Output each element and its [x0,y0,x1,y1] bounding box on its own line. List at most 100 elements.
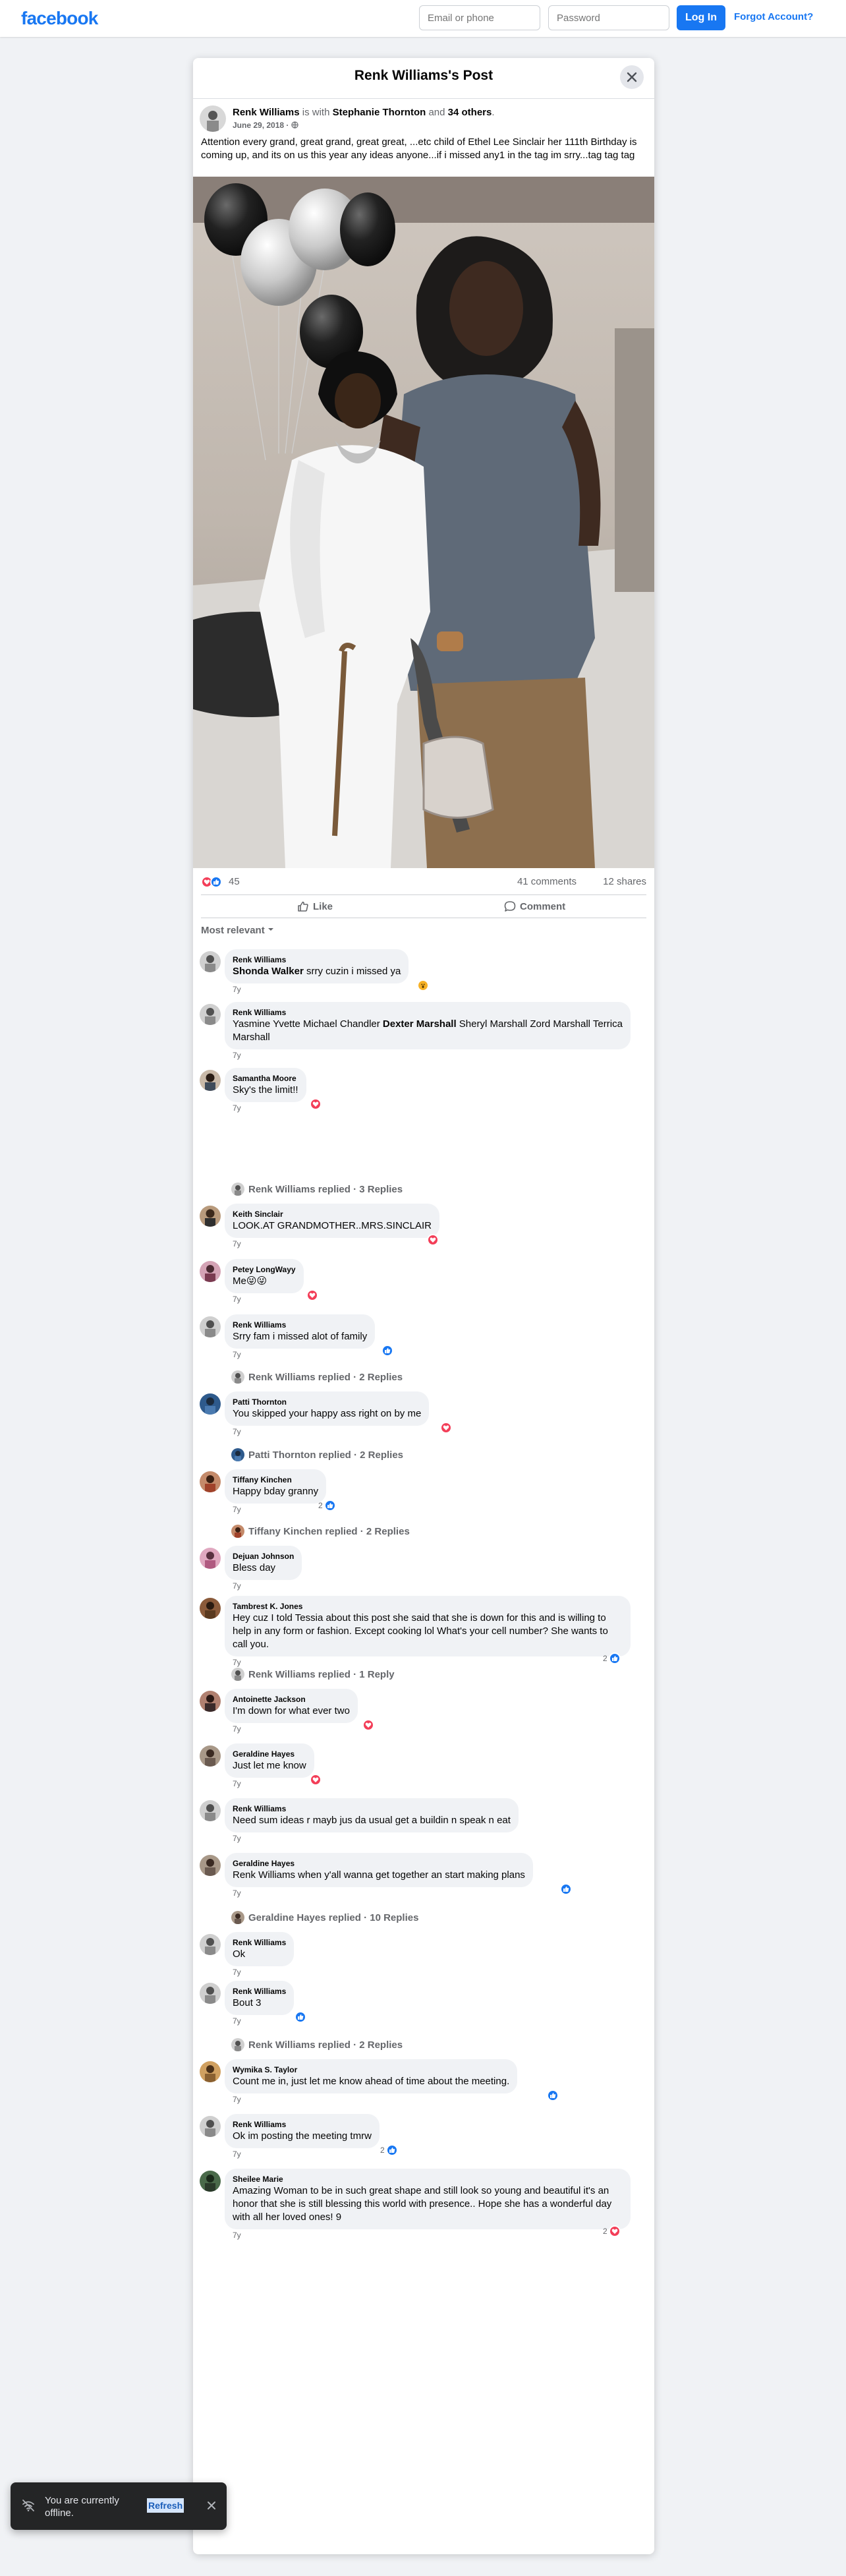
comment-reaction[interactable] [362,1719,374,1731]
view-replies-link[interactable]: Geraldine Hayes replied · 10 Replies [231,1910,418,1925]
comment-reaction[interactable]: 2 [318,1500,336,1511]
comment-reaction[interactable]: 2 [380,2144,398,2156]
commenter-avatar[interactable] [200,951,221,972]
close-toast-icon[interactable] [206,2500,217,2511]
commenter-avatar[interactable] [200,1471,221,1492]
view-replies-link[interactable]: Renk Williams replied · 1 Reply [231,1667,395,1682]
comment-time[interactable]: 7y [233,1968,241,1977]
commenter-name[interactable]: Dejuan Johnson [233,1551,294,1562]
commenter-name[interactable]: Renk Williams [233,1007,623,1018]
comment-reaction[interactable] [295,2011,306,2023]
comment-reaction[interactable] [440,1422,452,1434]
comment-reaction[interactable] [427,1234,439,1246]
comment-time[interactable]: 7y [233,1779,241,1788]
commenter-avatar[interactable] [200,1745,221,1767]
comment-reaction[interactable]: 2 [603,2225,621,2237]
forgot-account-link[interactable]: Forgot Account? [734,11,813,22]
commenter-avatar[interactable] [200,1855,221,1876]
commenter-name[interactable]: Renk Williams [233,1320,367,1330]
comment-time[interactable]: 7y [233,1103,241,1113]
refresh-link[interactable]: Refresh [147,2498,184,2513]
commenter-avatar[interactable] [200,1004,221,1025]
commenter-name[interactable]: Renk Williams [233,1986,286,1997]
comment-reaction[interactable] [306,1289,318,1301]
comment-time[interactable]: 7y [233,1239,241,1248]
comment-time[interactable]: 7y [233,1427,241,1436]
comment-time[interactable]: 7y [233,2231,241,2240]
commenter-avatar[interactable] [200,1598,221,1619]
comment-reaction[interactable] [547,2090,559,2101]
login-button[interactable]: Log In [677,5,725,30]
commenter-name[interactable]: Petey LongWayy [233,1264,296,1275]
comment-time[interactable]: 7y [233,985,241,994]
commenter-avatar[interactable] [200,1548,221,1569]
comment-time[interactable]: 7y [233,1051,241,1060]
commenter-name[interactable]: Antoinette Jackson [233,1694,350,1705]
mention-link[interactable]: Shonda Walker [233,966,304,977]
tagged-person-link[interactable]: Stephanie Thornton [333,107,426,118]
commenter-name[interactable]: Renk Williams [233,1803,511,1814]
comments-count[interactable]: 41 comments [517,876,577,887]
commenter-name[interactable]: Tambrest K. Jones [233,1601,623,1612]
commenter-avatar[interactable] [200,1393,221,1415]
mention-link[interactable]: Dexter Marshall [383,1018,457,1030]
comment-time[interactable]: 7y [233,2150,241,2159]
comment-reaction[interactable]: 2 [603,1653,621,1664]
commenter-avatar[interactable] [200,2171,221,2192]
author-avatar[interactable] [200,105,226,132]
commenter-avatar[interactable] [200,1983,221,2004]
comment-time[interactable]: 7y [233,1724,241,1734]
email-field[interactable] [419,5,540,30]
author-name-link[interactable]: Renk Williams [233,107,300,118]
comment-button[interactable]: Comment [504,896,565,916]
commenter-avatar[interactable] [200,1800,221,1821]
post-photo[interactable] [193,177,654,868]
commenter-avatar[interactable] [200,2061,221,2082]
post-date[interactable]: June 29, 2018 [233,121,284,130]
commenter-name[interactable]: Geraldine Hayes [233,1858,525,1869]
commenter-avatar[interactable] [200,1070,221,1091]
comment-time[interactable]: 7y [233,1581,241,1591]
commenter-name[interactable]: Patti Thornton [233,1397,421,1407]
commenter-avatar[interactable] [200,1261,221,1282]
reaction-count[interactable]: 45 [229,876,240,887]
comment-time[interactable]: 7y [233,2016,241,2026]
commenter-avatar[interactable] [200,1691,221,1712]
commenter-name[interactable]: Keith Sinclair [233,1209,432,1219]
commenter-name[interactable]: Samantha Moore [233,1073,298,1084]
comment-reaction[interactable] [310,1098,322,1110]
view-replies-link[interactable]: Renk Williams replied · 2 Replies [231,1370,403,1384]
commenter-avatar[interactable] [200,1206,221,1227]
like-button[interactable]: Like [297,896,333,916]
most-relevant-dropdown[interactable]: Most relevant [201,925,274,936]
view-replies-link[interactable]: Tiffany Kinchen replied · 2 Replies [231,1524,410,1538]
commenter-name[interactable]: Renk Williams [233,954,401,965]
comment-time[interactable]: 7y [233,2095,241,2104]
comment-time[interactable]: 7y [233,1505,241,1514]
close-button[interactable] [620,65,644,89]
facebook-logo[interactable]: facebook [21,8,98,29]
comment-time[interactable]: 7y [233,1888,241,1898]
commenter-name[interactable]: Tiffany Kinchen [233,1475,318,1485]
comment-time[interactable]: 7y [233,1295,241,1304]
comment-time[interactable]: 7y [233,1350,241,1359]
comment-time[interactable]: 7y [233,1658,241,1667]
comment-time[interactable]: 7y [233,1834,241,1843]
comment-reaction[interactable] [560,1883,572,1895]
commenter-avatar[interactable] [200,1934,221,1955]
comment-reaction[interactable] [310,1774,322,1786]
commenter-name[interactable]: Sheilee Marie [233,2174,623,2184]
view-replies-link[interactable]: Renk Williams replied · 2 Replies [231,2037,403,2052]
comment-reaction[interactable] [417,980,429,991]
tagged-others-link[interactable]: 34 others [448,107,492,118]
shares-count[interactable]: 12 shares [603,876,646,887]
comment-reaction[interactable] [381,1345,393,1357]
commenter-name[interactable]: Wymika S. Taylor [233,2064,509,2075]
reaction-summary-icons[interactable] [201,876,222,888]
commenter-name[interactable]: Renk Williams [233,1937,286,1948]
commenter-name[interactable]: Renk Williams [233,2119,372,2130]
commenter-name[interactable]: Geraldine Hayes [233,1749,306,1759]
view-replies-link[interactable]: Renk Williams replied · 3 Replies [231,1182,403,1196]
commenter-avatar[interactable] [200,2116,221,2137]
view-replies-link[interactable]: Patti Thornton replied · 2 Replies [231,1448,403,1462]
